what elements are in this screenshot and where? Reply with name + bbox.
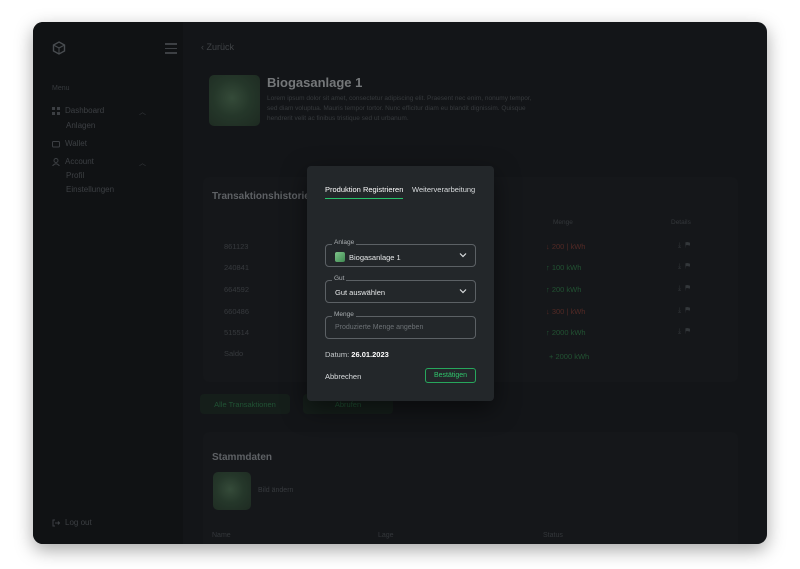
gut-legend: Gut bbox=[332, 275, 347, 282]
chevron-down-icon bbox=[459, 289, 467, 294]
app-window: Menu Dashboard ︿ Anlagen Wallet Account … bbox=[33, 22, 767, 544]
anlage-value: Biogasanlage 1 bbox=[349, 252, 401, 262]
date-display: Datum: 26.01.2023 bbox=[325, 350, 389, 359]
gut-value: Gut auswählen bbox=[335, 288, 386, 297]
gut-select[interactable]: Gut Gut auswählen bbox=[325, 275, 476, 303]
tab-weiterverarbeitung[interactable]: Weiterverarbeitung bbox=[412, 185, 475, 198]
plant-icon bbox=[335, 252, 345, 262]
chevron-down-icon bbox=[459, 253, 467, 258]
cancel-button[interactable]: Abbrechen bbox=[325, 372, 361, 381]
anlage-legend: Anlage bbox=[332, 239, 357, 246]
date-value: 26.01.2023 bbox=[351, 350, 389, 359]
tab-produktion-registrieren[interactable]: Produktion Registrieren bbox=[325, 185, 404, 199]
menge-legend: Menge bbox=[332, 311, 356, 318]
menge-input[interactable]: Menge Produzierte Menge angeben bbox=[325, 311, 476, 339]
confirm-button[interactable]: Bestätigen bbox=[425, 368, 476, 383]
production-dialog: Produktion Registrieren Weiterverarbeitu… bbox=[307, 166, 494, 401]
menge-placeholder: Produzierte Menge angeben bbox=[335, 324, 424, 331]
anlage-select[interactable]: Anlage Biogasanlage 1 bbox=[325, 239, 476, 267]
